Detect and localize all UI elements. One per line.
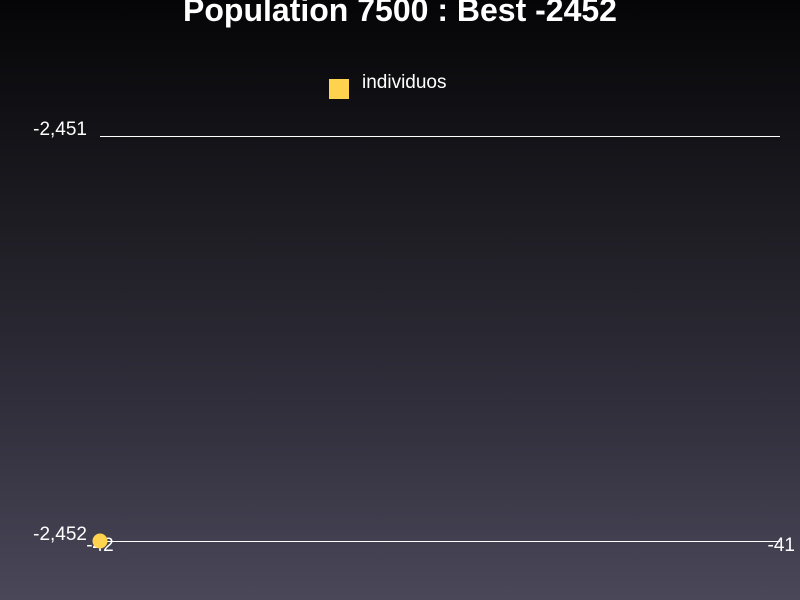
plot-area: -2,451-2,452-42-41 <box>33 119 795 556</box>
y-tick-label-0: -2,451 <box>33 119 87 140</box>
x-tick-label-1: -41 <box>768 535 795 556</box>
y-tick-label-1: -2,452 <box>33 524 87 545</box>
data-point-0-0 <box>92 533 108 549</box>
